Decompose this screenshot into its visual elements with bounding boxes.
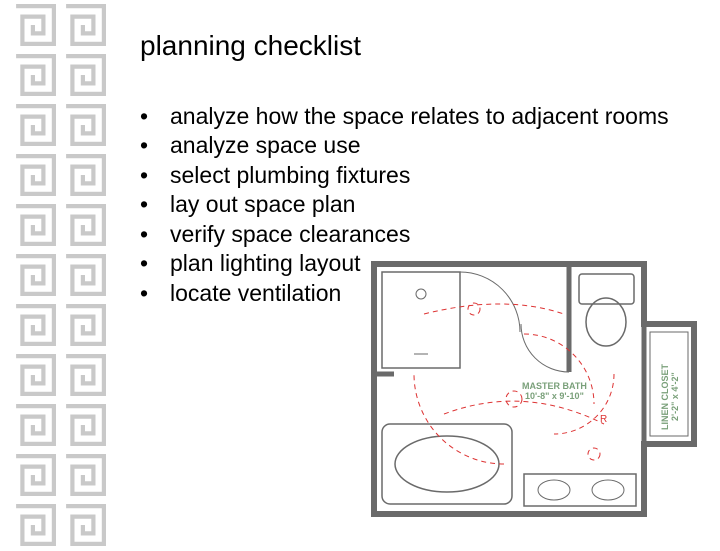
- greek-key-icon: [10, 350, 60, 400]
- master-bath-label: MASTER BATH 10'-8" x 9'-10": [522, 382, 587, 402]
- greek-key-icon: [60, 250, 110, 300]
- greek-key-icon: [60, 500, 110, 550]
- greek-key-icon: [10, 300, 60, 350]
- greek-key-icon: [10, 200, 60, 250]
- greek-key-icon: [60, 300, 110, 350]
- bullet-text: select plumbing fixtures: [170, 161, 410, 190]
- greek-key-icon: [10, 50, 60, 100]
- list-item: •verify space clearances: [140, 220, 710, 249]
- greek-key-icon: [10, 100, 60, 150]
- greek-key-icon: [60, 400, 110, 450]
- greek-key-icon: [10, 250, 60, 300]
- greek-key-icon: [10, 500, 60, 550]
- list-item: •lay out space plan: [140, 190, 710, 219]
- greek-key-icon: [60, 450, 110, 500]
- greek-key-icon: [10, 400, 60, 450]
- slide-title: planning checklist: [140, 30, 710, 62]
- greek-key-icon: [60, 0, 110, 50]
- mark-r-text: R: [600, 414, 607, 425]
- greek-key-icon: [10, 0, 60, 50]
- greek-key-icon: [60, 200, 110, 250]
- bullet-text: analyze space use: [170, 131, 361, 160]
- greek-key-icon: [60, 150, 110, 200]
- list-item: •analyze how the space relates to adjace…: [140, 102, 710, 131]
- bullet-text: verify space clearances: [170, 220, 410, 249]
- floorplan-diagram: R MASTER BATH 10'-8" x 9'-10" LINEN CLOS…: [364, 254, 704, 524]
- greek-key-sidebar: (function(){ const sb = document.current…: [10, 0, 110, 540]
- bullet-text: locate ventilation: [170, 279, 341, 308]
- bullet-text: lay out space plan: [170, 190, 355, 219]
- greek-key-icon: [60, 100, 110, 150]
- list-item: •analyze space use: [140, 131, 710, 160]
- greek-key-icon: [10, 150, 60, 200]
- list-item: •select plumbing fixtures: [140, 161, 710, 190]
- greek-key-icon: [10, 450, 60, 500]
- greek-key-icon: [60, 350, 110, 400]
- linen-closet-label: LINEN CLOSET 2'-2" x 4'-2": [661, 364, 681, 430]
- bullet-text: plan lighting layout: [170, 249, 361, 278]
- bullet-text: analyze how the space relates to adjacen…: [170, 102, 669, 131]
- greek-key-icon: [60, 50, 110, 100]
